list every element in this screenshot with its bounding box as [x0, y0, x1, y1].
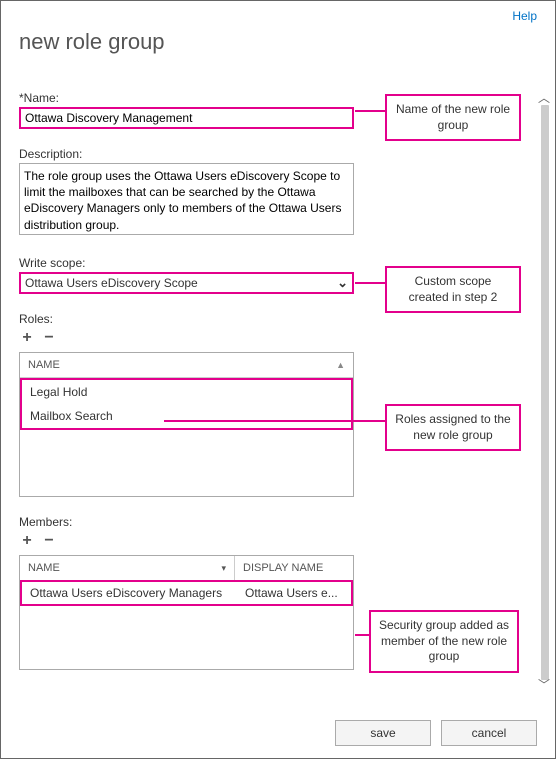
connector-line [164, 420, 385, 422]
description-label: Description: [19, 147, 537, 161]
roles-label: Roles: [19, 312, 537, 326]
name-input[interactable] [19, 107, 354, 129]
sort-asc-icon: ▲ [336, 360, 345, 370]
members-header-name[interactable]: NAME ▾ [20, 556, 235, 580]
members-header-name-text: NAME [28, 562, 60, 574]
connector-line [355, 110, 385, 112]
write-scope-select[interactable]: Ottawa Users eDiscovery Scope ⌄ [19, 272, 354, 294]
scroll-thumb[interactable] [541, 105, 549, 680]
minus-icon[interactable]: − [41, 533, 57, 549]
members-header-display-text: DISPLAY NAME [243, 562, 323, 574]
members-cell-name: Ottawa Users eDiscovery Managers [22, 582, 237, 604]
roles-listbox[interactable]: NAME ▲ Legal Hold Mailbox Search [19, 352, 354, 497]
save-button[interactable]: save [335, 720, 431, 746]
members-header-display[interactable]: DISPLAY NAME [235, 556, 353, 580]
plus-icon[interactable]: + [19, 533, 35, 549]
roles-header-name-text: NAME [28, 359, 60, 371]
chevron-down-icon: ▾ [221, 563, 226, 574]
list-item[interactable]: Legal Hold [22, 380, 351, 404]
cancel-button[interactable]: cancel [441, 720, 537, 746]
members-label: Members: [19, 515, 537, 529]
roles-header-name[interactable]: NAME ▲ [20, 353, 353, 377]
annotation-name: Name of the new role group [385, 94, 521, 141]
help-link[interactable]: Help [512, 9, 537, 23]
members-cell-display: Ottawa Users e... [237, 582, 351, 604]
page-title: new role group [19, 29, 555, 55]
write-scope-selected: Ottawa Users eDiscovery Scope [25, 276, 337, 290]
scroll-down-icon[interactable]: ﹀ [538, 676, 550, 693]
list-item[interactable]: Mailbox Search [22, 404, 351, 428]
scroll-up-icon[interactable]: ︿ [538, 89, 550, 106]
annotation-roles: Roles assigned to the new role group [385, 404, 521, 451]
plus-icon[interactable]: + [19, 330, 35, 346]
members-listbox[interactable]: NAME ▾ DISPLAY NAME Ottawa Users eDiscov… [19, 555, 354, 670]
description-textarea[interactable]: The role group uses the Ottawa Users eDi… [19, 163, 354, 235]
chevron-down-icon: ⌄ [337, 275, 348, 291]
scrollbar[interactable]: ︿ ﹀ [539, 91, 551, 691]
annotation-members: Security group added as member of the ne… [369, 610, 519, 673]
connector-line [355, 634, 369, 636]
minus-icon[interactable]: − [41, 330, 57, 346]
connector-line [355, 282, 385, 284]
annotation-scope: Custom scope created in step 2 [385, 266, 521, 313]
table-row[interactable]: Ottawa Users eDiscovery Managers Ottawa … [20, 580, 353, 606]
